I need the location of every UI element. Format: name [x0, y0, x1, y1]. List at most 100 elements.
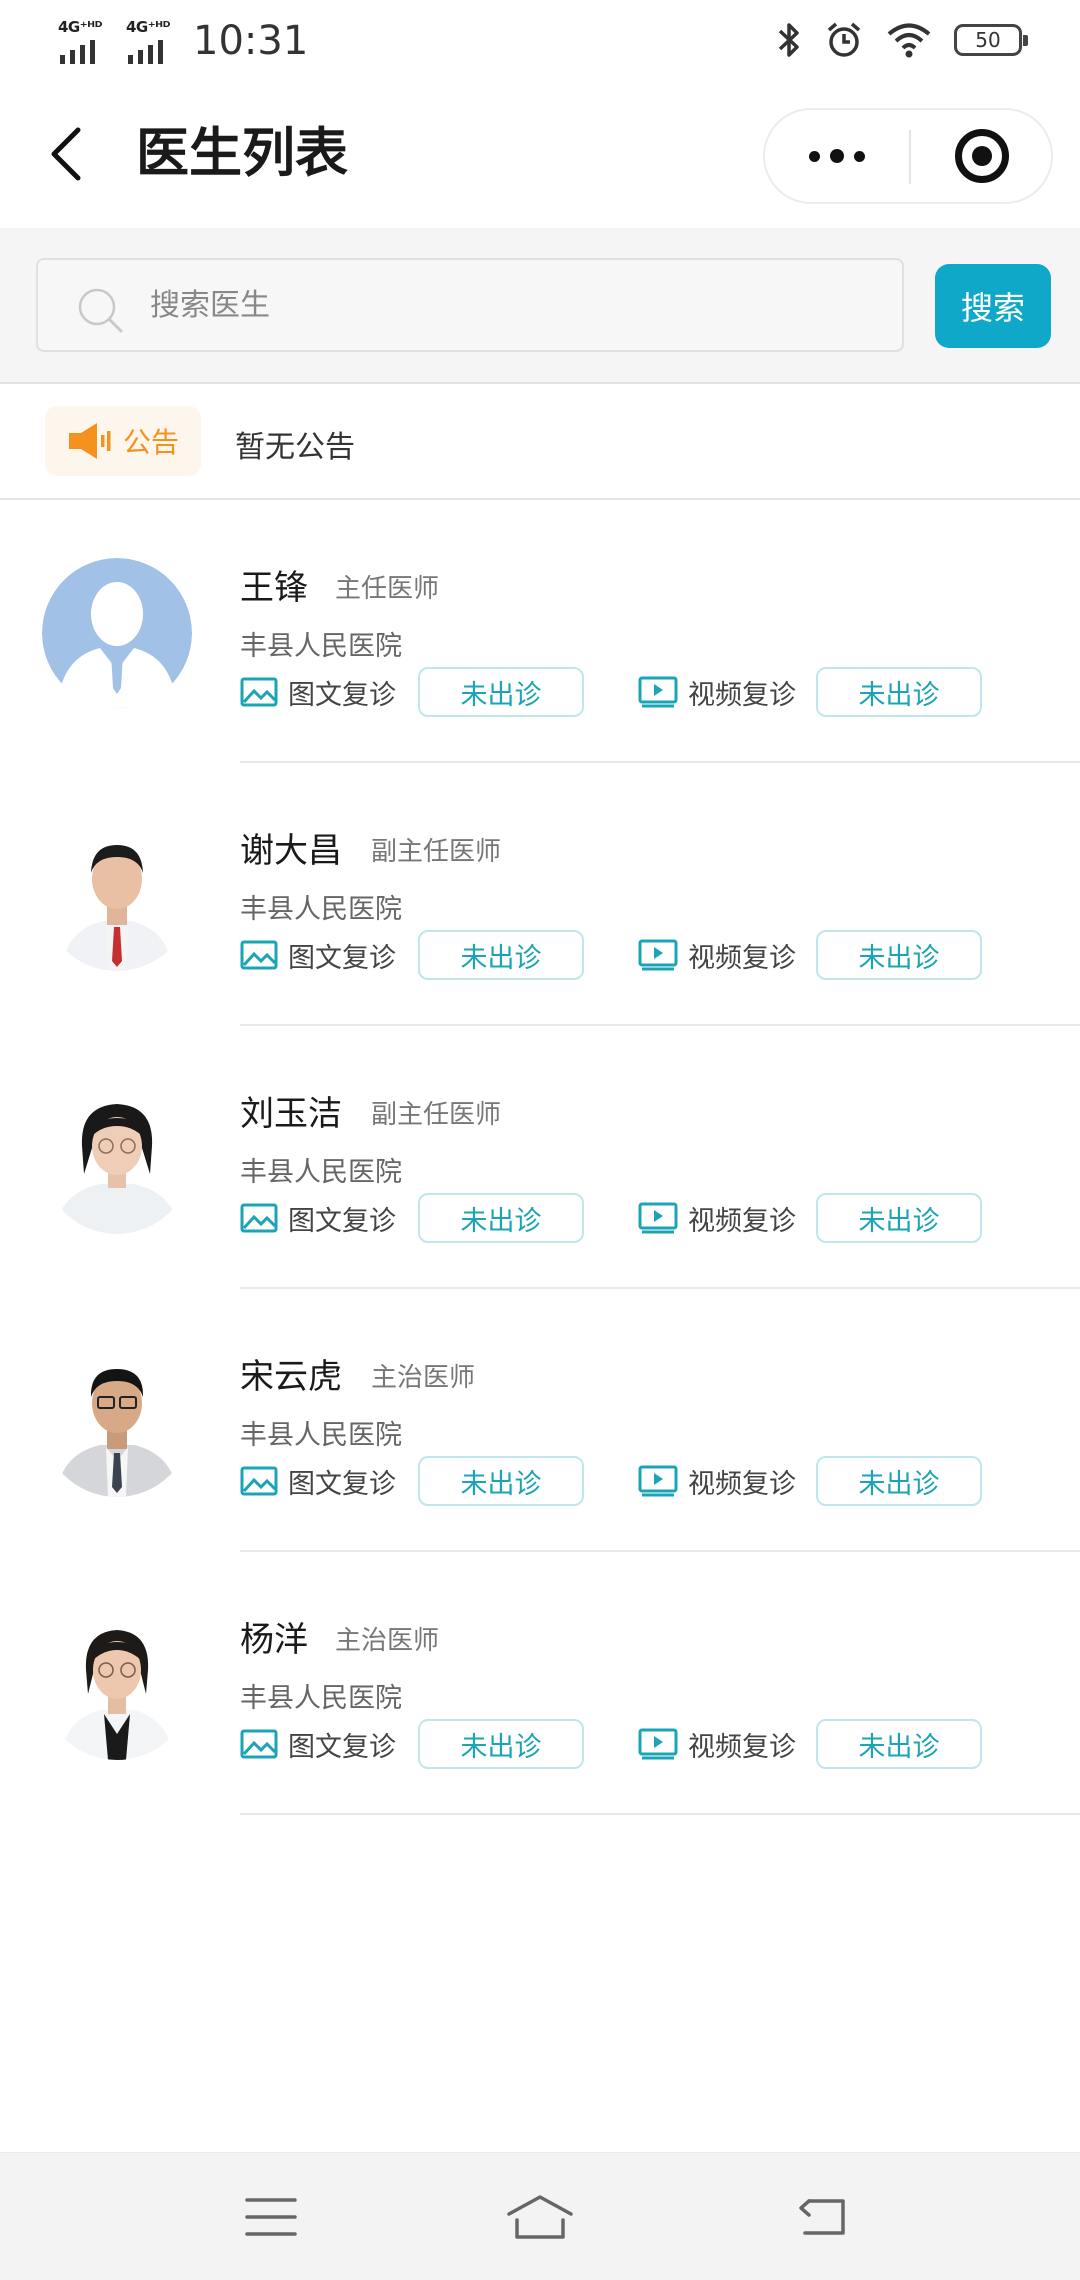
doctor-avatar: [42, 1610, 192, 1760]
doctor-card[interactable]: 王锋 主任医师 丰县人民医院 图文复诊 未出诊 视频复诊 未出诊: [0, 500, 1080, 763]
video-icon: [638, 939, 678, 971]
home-icon: [507, 2195, 573, 2239]
video-consult-status-button[interactable]: 未出诊: [816, 667, 982, 717]
menu-button[interactable]: [231, 2177, 311, 2257]
doctor-avatar: [42, 821, 192, 971]
doctor-photo: [42, 821, 192, 971]
battery-icon: 50: [954, 24, 1028, 56]
doctor-hospital: 丰县人民医院: [240, 1420, 402, 1451]
notice-label: 公告: [122, 426, 179, 459]
doctor-title: 副主任医师: [371, 837, 502, 867]
menu-icon: [245, 2198, 297, 2236]
search-input[interactable]: [150, 274, 850, 336]
doctor-card[interactable]: 杨洋 主治医师 丰县人民医院 图文复诊 未出诊 视频复诊 未出诊: [0, 1552, 1080, 1815]
chevron-left-icon: [51, 127, 81, 181]
text-consult-label: 图文复诊: [288, 1468, 396, 1500]
text-consult-service: 图文复诊 未出诊: [240, 1193, 584, 1243]
text-consult-status-button[interactable]: 未出诊: [418, 667, 584, 717]
image-text-icon: [240, 1729, 278, 1759]
speaker-icon: [68, 423, 111, 459]
home-button[interactable]: [500, 2177, 580, 2257]
text-consult-label: 图文复诊: [288, 679, 396, 711]
video-icon: [638, 1465, 678, 1497]
video-consult-label: 视频复诊: [688, 942, 796, 974]
doctor-hospital: 丰县人民医院: [240, 631, 402, 662]
more-button[interactable]: [765, 110, 909, 202]
doctor-photo: [42, 1347, 192, 1497]
image-text-icon: [240, 677, 278, 707]
system-nav-bar: [0, 2152, 1080, 2280]
mini-program-capsule: [763, 108, 1053, 204]
search-icon: [78, 288, 123, 333]
notice-bar: 公告 暂无公告: [0, 384, 1080, 500]
video-consult-service: 视频复诊 未出诊: [638, 1719, 982, 1769]
battery-level: 50: [975, 28, 1001, 52]
back-button[interactable]: [40, 120, 92, 188]
notice-text: 暂无公告: [235, 430, 355, 465]
close-mini-program-button[interactable]: [911, 110, 1053, 202]
signal-bars-icon: [128, 40, 163, 64]
doctor-hospital: 丰县人民医院: [240, 1157, 402, 1188]
status-bar: 4G⁺ᴴᴰ 4G⁺ᴴᴰ 10:31 50: [0, 0, 1080, 90]
video-consult-service: 视频复诊 未出诊: [638, 667, 982, 717]
video-consult-label: 视频复诊: [688, 1468, 796, 1500]
video-consult-service: 视频复诊 未出诊: [638, 1193, 982, 1243]
text-consult-status-button[interactable]: 未出诊: [418, 1456, 584, 1506]
alarm-icon: [827, 22, 861, 57]
doctor-hospital: 丰县人民医院: [240, 1683, 402, 1714]
video-icon: [638, 676, 678, 708]
image-text-icon: [240, 1466, 278, 1496]
video-consult-status-button[interactable]: 未出诊: [816, 1193, 982, 1243]
doctor-title: 主治医师: [371, 1363, 476, 1393]
bluetooth-icon: [778, 23, 799, 57]
wifi-icon: [887, 23, 931, 58]
default-avatar-icon: [42, 558, 192, 708]
doctor-list: 王锋 主任医师 丰县人民医院 图文复诊 未出诊 视频复诊 未出诊 谢大昌 副主任…: [0, 500, 1080, 1815]
signal-bars-icon: [60, 40, 95, 64]
return-icon: [799, 2199, 845, 2235]
doctor-avatar: [42, 558, 192, 708]
notice-badge: 公告: [45, 406, 201, 476]
page-title: 医生列表: [136, 123, 348, 184]
doctor-title: 主任医师: [335, 574, 440, 604]
doctor-name: 刘玉洁: [240, 1094, 342, 1134]
row-divider: [240, 1813, 1080, 1815]
text-consult-status-button[interactable]: 未出诊: [418, 1719, 584, 1769]
doctor-name: 宋云虎: [240, 1357, 342, 1397]
more-dots-icon: [809, 149, 865, 163]
text-consult-label: 图文复诊: [288, 1731, 396, 1763]
video-icon: [638, 1728, 678, 1760]
text-consult-service: 图文复诊 未出诊: [240, 930, 584, 980]
status-time: 10:31: [193, 18, 309, 64]
search-area: 搜索: [0, 228, 1080, 384]
doctor-name: 王锋: [240, 568, 308, 608]
video-consult-service: 视频复诊 未出诊: [638, 1456, 982, 1506]
search-button[interactable]: 搜索: [935, 264, 1051, 348]
back-system-button[interactable]: [782, 2177, 862, 2257]
status-icons: 50: [776, 20, 1028, 60]
search-box[interactable]: [36, 258, 904, 352]
nav-bar: 医生列表: [0, 90, 1080, 228]
image-text-icon: [240, 1203, 278, 1233]
video-consult-label: 视频复诊: [688, 1205, 796, 1237]
doctor-avatar: [42, 1347, 192, 1497]
video-icon: [638, 1202, 678, 1234]
target-icon: [955, 129, 1009, 183]
doctor-title: 主治医师: [335, 1626, 440, 1656]
doctor-name: 杨洋: [240, 1620, 308, 1660]
text-consult-status-button[interactable]: 未出诊: [418, 930, 584, 980]
text-consult-service: 图文复诊 未出诊: [240, 1719, 584, 1769]
video-consult-status-button[interactable]: 未出诊: [816, 1719, 982, 1769]
text-consult-service: 图文复诊 未出诊: [240, 667, 584, 717]
video-consult-status-button[interactable]: 未出诊: [816, 930, 982, 980]
video-consult-status-button[interactable]: 未出诊: [816, 1456, 982, 1506]
text-consult-service: 图文复诊 未出诊: [240, 1456, 584, 1506]
video-consult-service: 视频复诊 未出诊: [638, 930, 982, 980]
doctor-card[interactable]: 刘玉洁 副主任医师 丰县人民医院 图文复诊 未出诊 视频复诊 未出诊: [0, 1026, 1080, 1289]
video-consult-label: 视频复诊: [688, 1731, 796, 1763]
network-type-2: 4G⁺ᴴᴰ: [126, 18, 170, 36]
text-consult-status-button[interactable]: 未出诊: [418, 1193, 584, 1243]
doctor-card[interactable]: 谢大昌 副主任医师 丰县人民医院 图文复诊 未出诊 视频复诊 未出诊: [0, 763, 1080, 1026]
doctor-card[interactable]: 宋云虎 主治医师 丰县人民医院 图文复诊 未出诊 视频复诊 未出诊: [0, 1289, 1080, 1552]
doctor-title: 副主任医师: [371, 1100, 502, 1130]
